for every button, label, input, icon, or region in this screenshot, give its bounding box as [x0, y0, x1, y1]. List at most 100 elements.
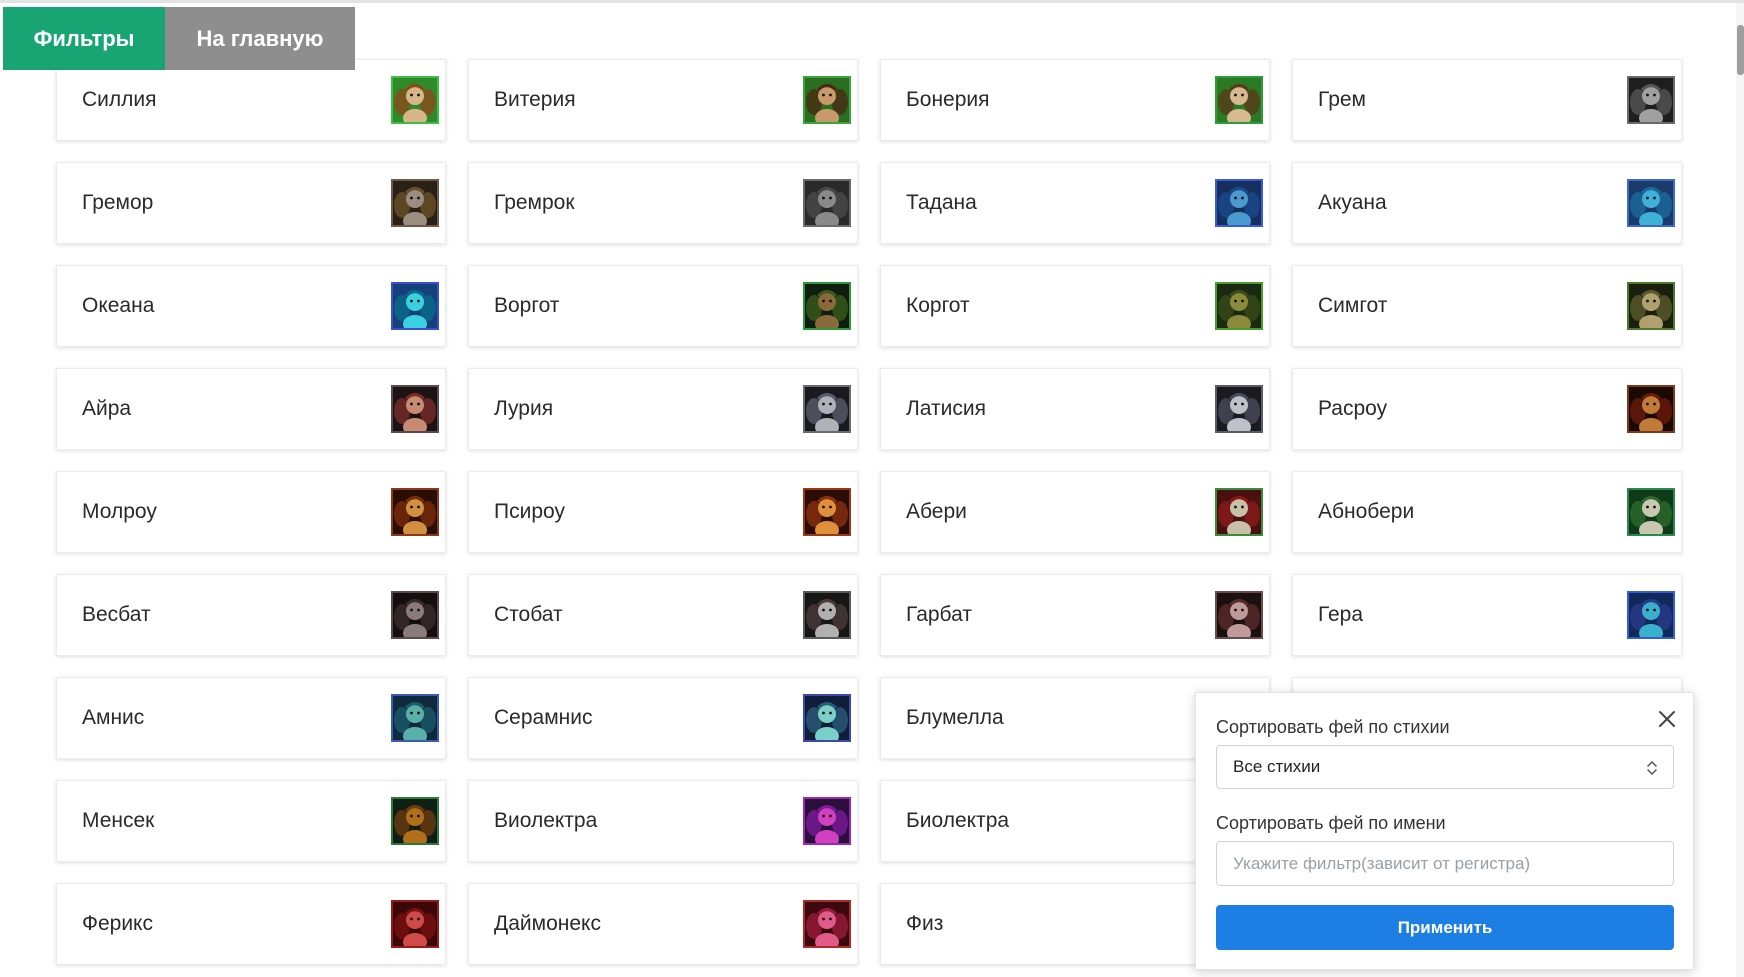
fairy-card[interactable]: Лурия — [468, 368, 858, 450]
fairy-name: Расроу — [1318, 397, 1388, 420]
fairy-portrait — [391, 385, 439, 433]
fairy-card[interactable]: Ферикс — [56, 883, 446, 965]
fairy-name: Серамнис — [494, 706, 593, 729]
fairy-name: Тадана — [906, 191, 977, 214]
fairy-card[interactable]: Айра — [56, 368, 446, 450]
name-filter-input[interactable] — [1216, 841, 1674, 886]
fairy-name: Блумелла — [906, 706, 1004, 729]
fairy-name: Ферикс — [82, 912, 153, 935]
fairy-portrait — [803, 591, 851, 639]
top-tabs: Фильтры На главную — [3, 7, 355, 70]
fairy-card[interactable]: Бонерия — [880, 59, 1270, 141]
fairy-portrait-icon — [805, 593, 849, 637]
fairy-portrait-icon — [805, 490, 849, 534]
fairy-card[interactable]: Весбат — [56, 574, 446, 656]
fairy-card[interactable]: Менсек — [56, 780, 446, 862]
fairy-portrait-icon — [393, 799, 437, 843]
fairy-portrait-icon — [393, 284, 437, 328]
fairy-card[interactable]: Силлия — [56, 59, 446, 141]
fairy-name: Абнобери — [1318, 500, 1415, 523]
fairy-card[interactable]: Гремор — [56, 162, 446, 244]
fairy-portrait-icon — [1629, 78, 1673, 122]
fairy-name: Гера — [1318, 603, 1364, 626]
fairy-portrait — [1215, 488, 1263, 536]
fairy-card[interactable]: Виолектра — [468, 780, 858, 862]
fairy-name: Гарбат — [906, 603, 972, 626]
fairy-portrait-icon — [393, 593, 437, 637]
fairy-card[interactable]: Гера — [1292, 574, 1682, 656]
apply-button[interactable]: Применить — [1216, 905, 1674, 950]
fairy-portrait — [803, 488, 851, 536]
fairy-portrait-icon — [1217, 284, 1261, 328]
fairy-portrait-icon — [1217, 593, 1261, 637]
chevron-up-down-icon — [1647, 761, 1657, 775]
fairy-portrait-icon — [393, 78, 437, 122]
fairy-card[interactable]: Океана — [56, 265, 446, 347]
fairy-name: Силлия — [82, 88, 157, 111]
fairy-portrait — [803, 900, 851, 948]
fairy-portrait — [1215, 385, 1263, 433]
scrollbar-track[interactable] — [1736, 3, 1744, 977]
fairy-portrait — [1627, 385, 1675, 433]
fairy-card[interactable]: Тадана — [880, 162, 1270, 244]
fairy-name: Гремор — [82, 191, 154, 214]
fairy-name: Витерия — [494, 88, 576, 111]
fairy-card[interactable]: Симгот — [1292, 265, 1682, 347]
fairy-card[interactable]: Даймонекс — [468, 883, 858, 965]
fairy-portrait — [1215, 282, 1263, 330]
fairy-portrait-icon — [805, 387, 849, 431]
fairy-portrait-icon — [1629, 387, 1673, 431]
fairy-portrait — [803, 76, 851, 124]
fairy-name: Коргот — [906, 294, 970, 317]
element-select[interactable]: Все стихии — [1216, 745, 1674, 789]
fairy-card[interactable]: Расроу — [1292, 368, 1682, 450]
fairy-name: Воргот — [494, 294, 560, 317]
fairy-portrait — [1215, 76, 1263, 124]
fairy-portrait — [1627, 76, 1675, 124]
fairy-portrait — [391, 76, 439, 124]
fairy-card[interactable]: Воргот — [468, 265, 858, 347]
fairy-portrait — [1215, 591, 1263, 639]
fairy-portrait — [1627, 179, 1675, 227]
fairy-card[interactable]: Грем — [1292, 59, 1682, 141]
tab-home[interactable]: На главную — [165, 7, 355, 70]
fairy-card[interactable]: Абнобери — [1292, 471, 1682, 553]
fairy-card[interactable]: Серамнис — [468, 677, 858, 759]
fairy-portrait-icon — [1629, 284, 1673, 328]
fairy-name: Даймонекс — [494, 912, 601, 935]
fairy-card[interactable]: Молроу — [56, 471, 446, 553]
fairy-portrait — [391, 900, 439, 948]
fairy-portrait — [1627, 591, 1675, 639]
fairy-card[interactable]: Стобат — [468, 574, 858, 656]
fairy-card[interactable]: Абери — [880, 471, 1270, 553]
fairy-card[interactable]: Витерия — [468, 59, 858, 141]
fairy-portrait-icon — [805, 284, 849, 328]
fairy-portrait — [391, 488, 439, 536]
fairy-name: Молроу — [82, 500, 157, 523]
fairy-portrait-icon — [393, 181, 437, 225]
fairy-name: Псироу — [494, 500, 565, 523]
fairy-portrait — [391, 591, 439, 639]
fairy-name: Гремрок — [494, 191, 575, 214]
fairy-card[interactable]: Коргот — [880, 265, 1270, 347]
fairy-card[interactable]: Псироу — [468, 471, 858, 553]
scrollbar-thumb[interactable] — [1737, 25, 1744, 75]
fairy-card[interactable]: Амнис — [56, 677, 446, 759]
fairy-card[interactable]: Гарбат — [880, 574, 1270, 656]
fairy-portrait — [803, 694, 851, 742]
fairy-portrait-icon — [1217, 78, 1261, 122]
fairy-card[interactable]: Латисия — [880, 368, 1270, 450]
fairy-card[interactable]: Гремрок — [468, 162, 858, 244]
fairy-card[interactable]: Акуана — [1292, 162, 1682, 244]
close-filter-button[interactable] — [1655, 707, 1679, 731]
fairy-portrait-icon — [805, 902, 849, 946]
fairy-name: Океана — [82, 294, 155, 317]
fairy-portrait-icon — [1217, 490, 1261, 534]
fairy-portrait-icon — [1629, 181, 1673, 225]
fairy-name: Бонерия — [906, 88, 990, 111]
fairy-portrait-icon — [393, 490, 437, 534]
fairy-name: Биолектра — [906, 809, 1010, 832]
tab-filters[interactable]: Фильтры — [3, 7, 165, 70]
fairy-portrait-icon — [393, 387, 437, 431]
fairy-name: Латисия — [906, 397, 986, 420]
